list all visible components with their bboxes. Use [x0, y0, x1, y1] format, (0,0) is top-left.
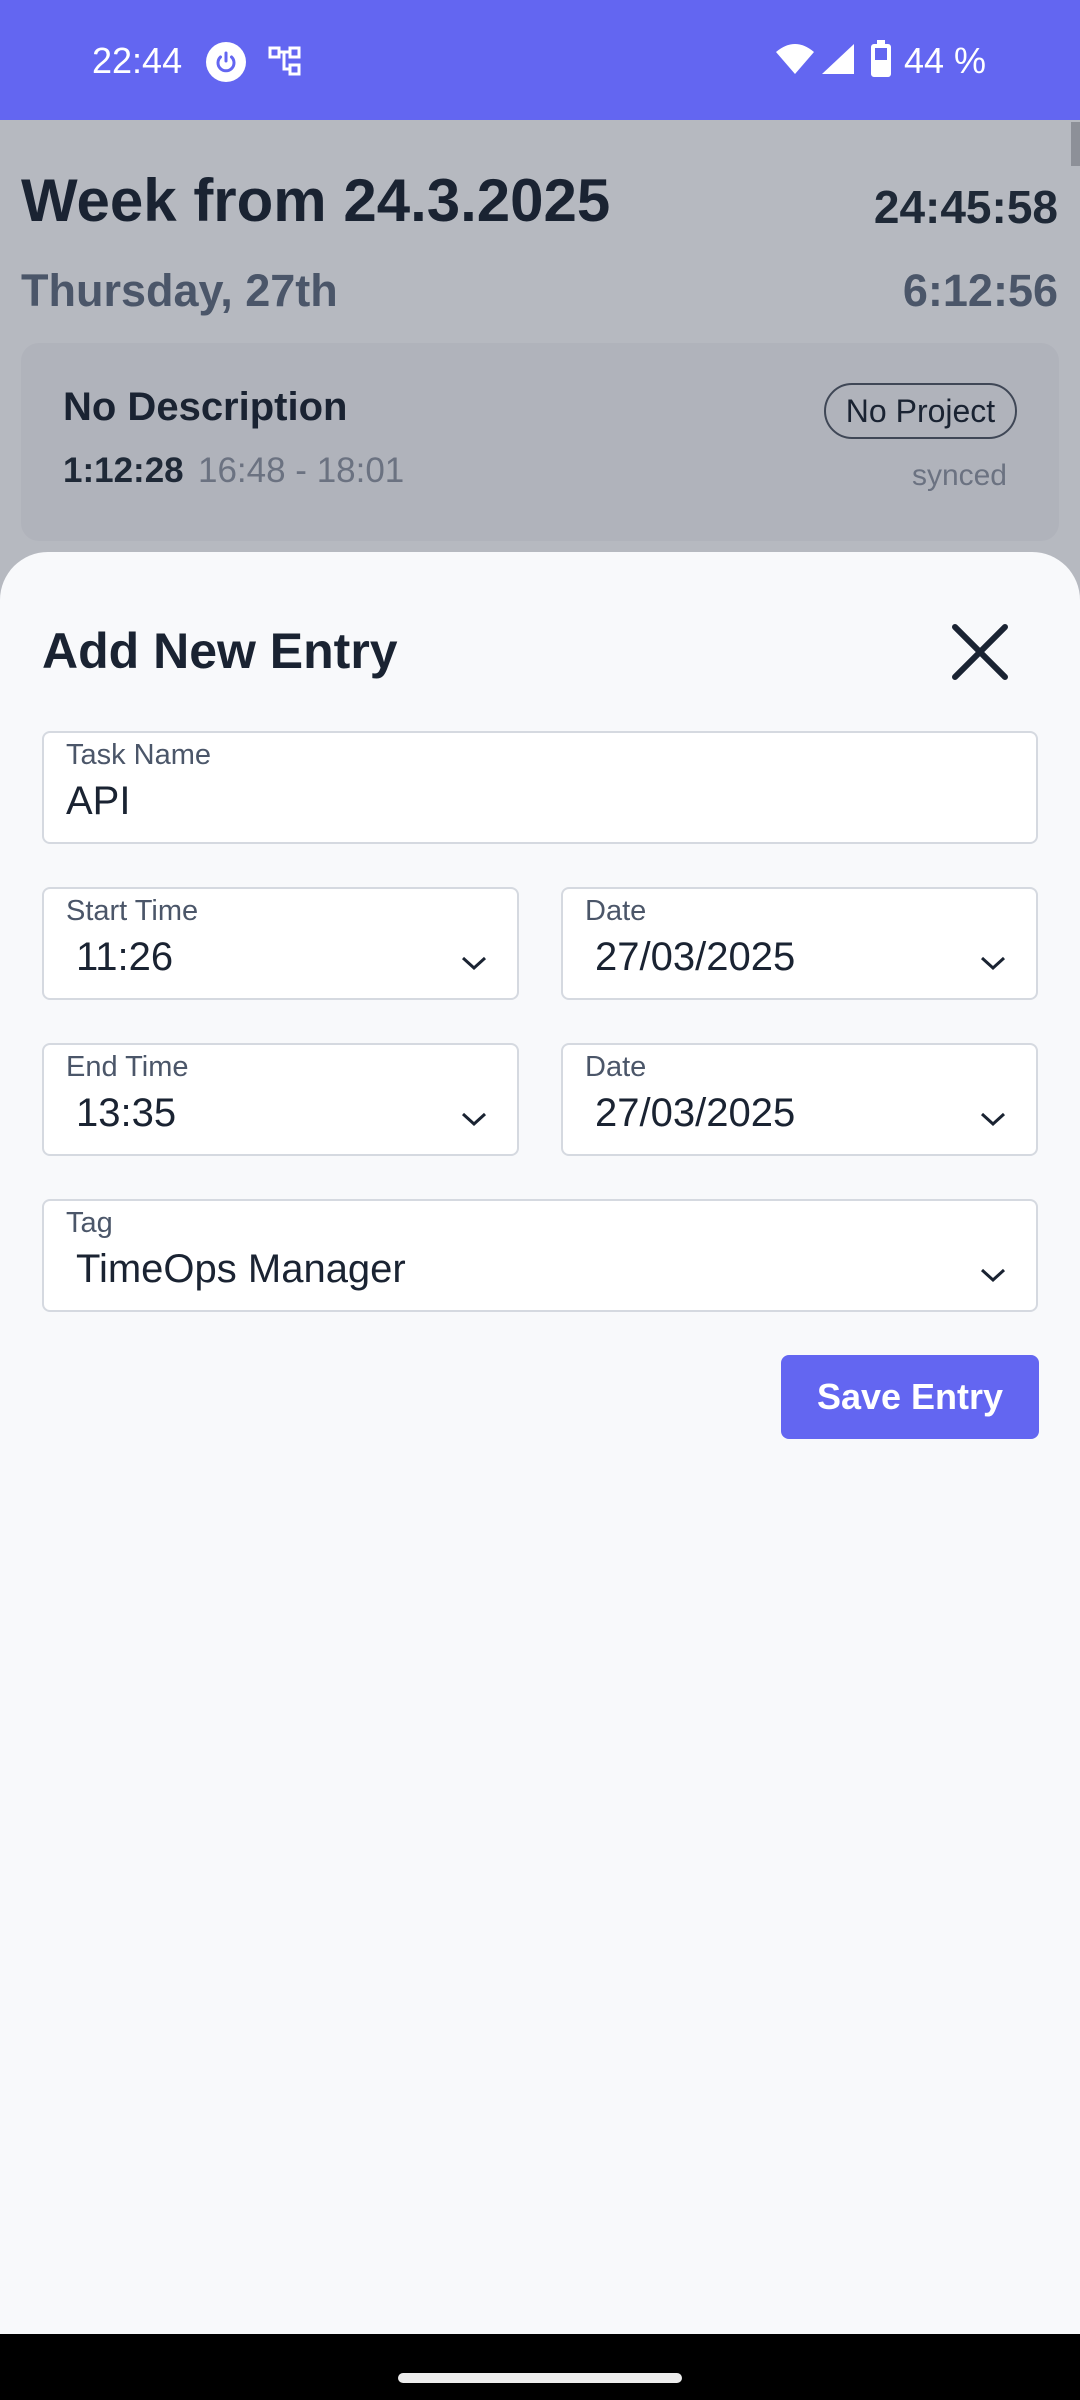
week-title: Week from 24.3.2025 — [21, 167, 611, 234]
scroll-indicator — [1071, 122, 1080, 166]
wifi-icon — [774, 42, 816, 81]
day-total-time: 6:12:56 — [902, 265, 1058, 316]
tag-select[interactable]: Tag TimeOps Manager — [42, 1199, 1038, 1312]
start-time-select[interactable]: Start Time 11:26 — [42, 887, 519, 1000]
status-time: 22:44 — [92, 40, 183, 81]
network-icon — [268, 46, 302, 81]
task-name-input[interactable]: API — [66, 779, 130, 824]
task-name-label: Task Name — [66, 739, 212, 771]
chevron-down-icon — [461, 1112, 487, 1127]
close-button[interactable] — [940, 612, 1020, 692]
entry-description: No Description — [63, 385, 348, 429]
sheet-title: Add New Entry — [42, 623, 398, 679]
navigation-bar — [0, 2334, 1080, 2400]
end-time-label: End Time — [66, 1051, 189, 1083]
chevron-down-icon — [980, 1268, 1006, 1283]
start-date-label: Date — [585, 895, 647, 927]
entry-time-range: 16:48 - 18:01 — [198, 451, 405, 490]
end-time-value: 13:35 — [76, 1091, 177, 1135]
entry-duration: 1:12:28 — [63, 451, 184, 490]
power-icon — [206, 42, 246, 82]
chevron-down-icon — [980, 956, 1006, 971]
start-date-value: 27/03/2025 — [595, 935, 796, 979]
start-time-value: 11:26 — [76, 935, 174, 979]
add-entry-sheet: Add New Entry Task Name API Start Time 1… — [0, 552, 1080, 2334]
tag-label: Tag — [66, 1207, 113, 1239]
chevron-down-icon — [461, 956, 487, 971]
project-badge: No Project — [824, 383, 1017, 439]
chevron-down-icon — [980, 1112, 1006, 1127]
day-title: Thursday, 27th — [21, 265, 338, 316]
end-date-select[interactable]: Date 27/03/2025 — [561, 1043, 1038, 1156]
end-date-value: 27/03/2025 — [595, 1091, 796, 1135]
end-time-select[interactable]: End Time 13:35 — [42, 1043, 519, 1156]
home-gesture-handle[interactable] — [398, 2373, 682, 2383]
task-name-field[interactable]: Task Name API — [42, 731, 1038, 844]
signal-icon — [820, 42, 856, 81]
sync-status: synced — [911, 459, 1007, 492]
time-entry-card[interactable]: No Description No Project 1:12:28 16:48 … — [21, 343, 1059, 541]
tag-value: TimeOps Manager — [76, 1247, 406, 1291]
close-icon — [952, 624, 1008, 680]
start-time-label: Start Time — [66, 895, 199, 927]
status-bar: 22:44 44 % — [0, 0, 1080, 120]
save-entry-button[interactable]: Save Entry — [781, 1355, 1039, 1439]
start-date-select[interactable]: Date 27/03/2025 — [561, 887, 1038, 1000]
battery-icon — [870, 40, 892, 83]
end-date-label: Date — [585, 1051, 647, 1083]
battery-percentage: 44 % — [904, 40, 987, 81]
week-total-time: 24:45:58 — [873, 181, 1058, 233]
